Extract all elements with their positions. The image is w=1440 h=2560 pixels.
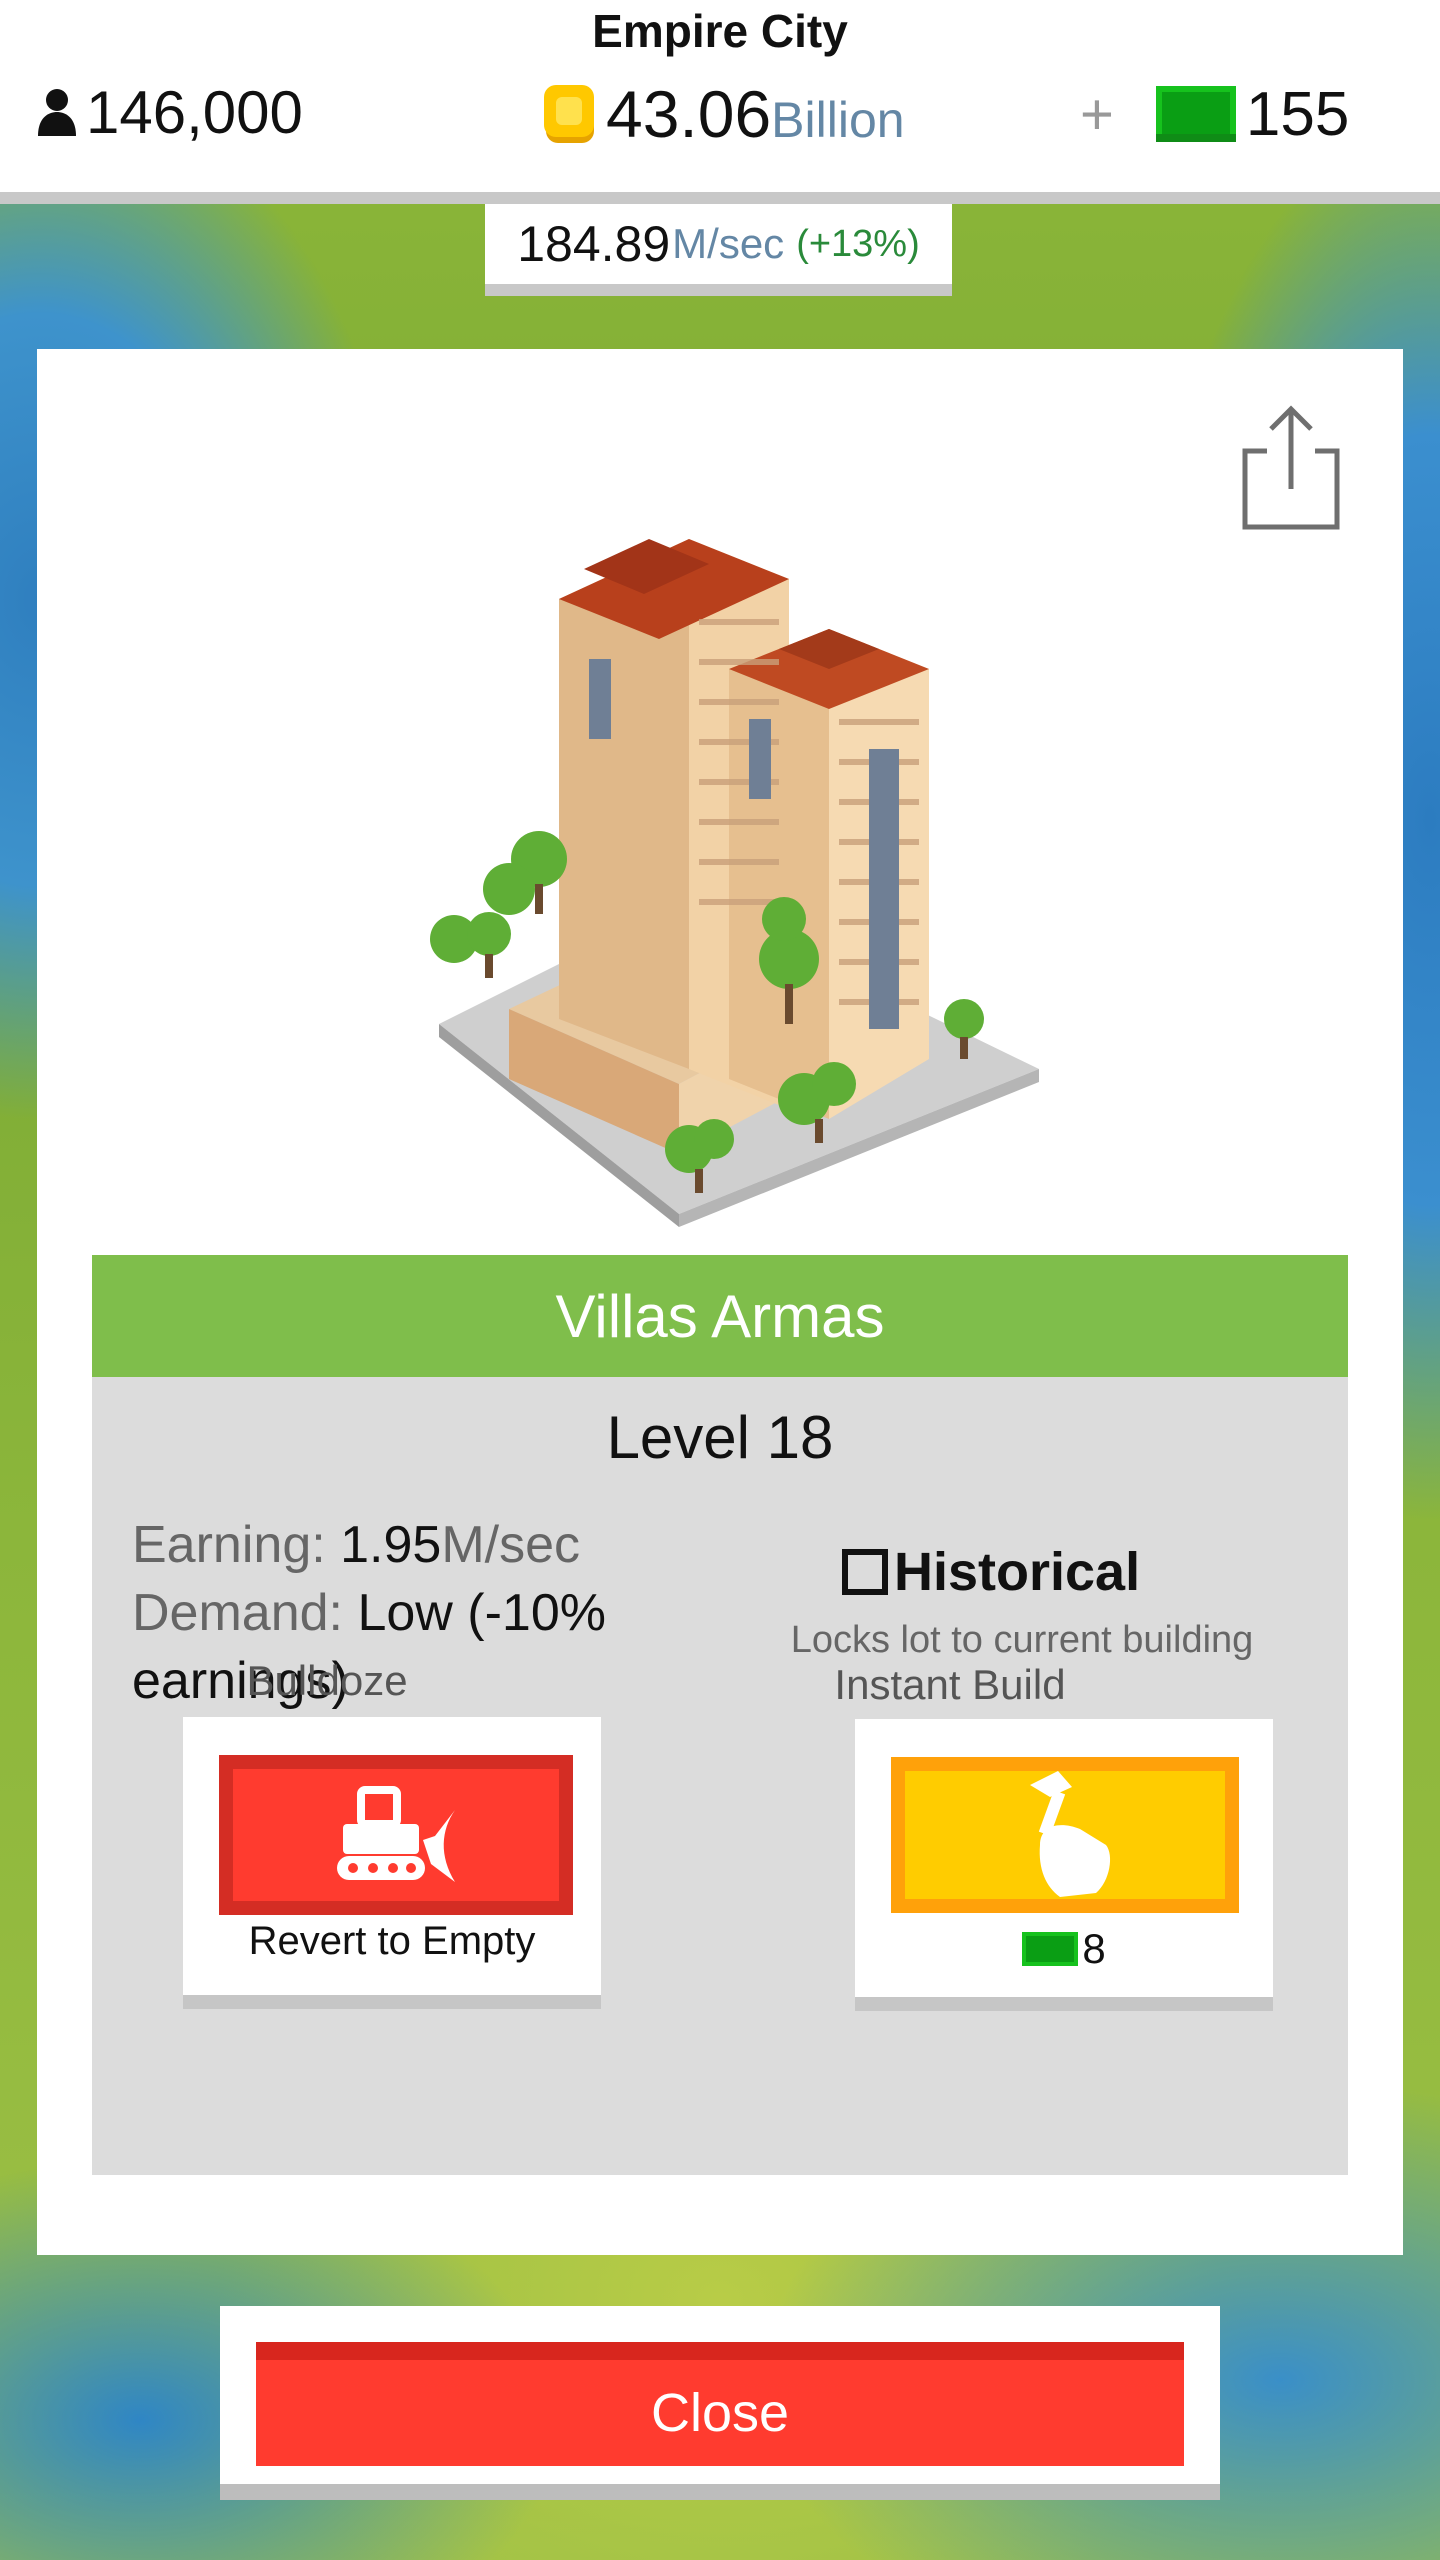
add-cash-icon[interactable]: + bbox=[1080, 81, 1114, 148]
cash-balance[interactable]: + 155 bbox=[1080, 72, 1349, 156]
share-icon[interactable] bbox=[1237, 399, 1347, 539]
hammer-hand-icon bbox=[1030, 1771, 1111, 1897]
cash-bill-icon bbox=[1155, 86, 1236, 142]
demand-label: Demand: bbox=[132, 1584, 343, 1642]
person-icon bbox=[38, 89, 76, 136]
instant-build-title: Instant Build bbox=[834, 1661, 1066, 1708]
population-value: 146,000 bbox=[86, 78, 303, 146]
coin-icon bbox=[544, 85, 594, 143]
earning-unit: M/sec bbox=[441, 1516, 581, 1574]
historical-checkbox[interactable] bbox=[842, 1549, 888, 1595]
instant-build-cost-value: 8 bbox=[1082, 1925, 1106, 1972]
bulldoze-button[interactable] bbox=[219, 1755, 573, 1915]
instant-build-cost: 8 bbox=[855, 1925, 1273, 1973]
historical-label: Historical bbox=[894, 1542, 1141, 1602]
historical-description: Locks lot to current building bbox=[790, 1619, 1254, 1661]
instant-build-panel: 8 bbox=[855, 1719, 1273, 2011]
building-detail-card: Villas Armas Level 18 Earning: 1.95M/sec… bbox=[37, 349, 1403, 2255]
instant-build-button[interactable] bbox=[891, 1757, 1239, 1913]
earning-label: Earning: bbox=[132, 1516, 326, 1574]
bulldoze-title: Bulldoze bbox=[246, 1657, 408, 1704]
building-level: Level 18 bbox=[606, 1404, 834, 1471]
income-bonus: (+13%) bbox=[796, 222, 920, 265]
cash-bill-icon bbox=[1022, 1932, 1079, 1966]
income-rate-value: 184.89 bbox=[517, 216, 671, 272]
top-status-bar: Empire City 146,000 43.06 Billion + 155 bbox=[0, 0, 1440, 204]
bulldozer-icon bbox=[337, 1786, 455, 1882]
close-panel: Close bbox=[220, 2306, 1220, 2500]
revert-label: Revert to Empty bbox=[248, 1919, 536, 1963]
building-name: Villas Armas bbox=[92, 1255, 1348, 1377]
earning-row: Earning: 1.95M/sec bbox=[132, 1511, 692, 1579]
population-counter: 146,000 bbox=[36, 72, 303, 152]
earning-value: 1.95 bbox=[340, 1516, 442, 1574]
coin-balance: 43.06 Billion bbox=[540, 72, 905, 156]
close-button[interactable]: Close bbox=[256, 2342, 1184, 2466]
coins-unit: Billion bbox=[771, 92, 905, 148]
income-rate-tab: 184.89 M/sec (+13%) bbox=[485, 204, 952, 296]
city-name: Empire City bbox=[592, 5, 848, 57]
building-info-panel: Villas Armas Level 18 Earning: 1.95M/sec… bbox=[92, 1255, 1348, 2175]
coins-value: 43.06 bbox=[606, 77, 772, 151]
cash-value: 155 bbox=[1245, 79, 1350, 149]
bulldoze-panel: Revert to Empty bbox=[183, 1717, 601, 2009]
income-rate-unit: M/sec bbox=[672, 220, 785, 267]
historical-toggle[interactable]: Historical bbox=[842, 1541, 1140, 1603]
